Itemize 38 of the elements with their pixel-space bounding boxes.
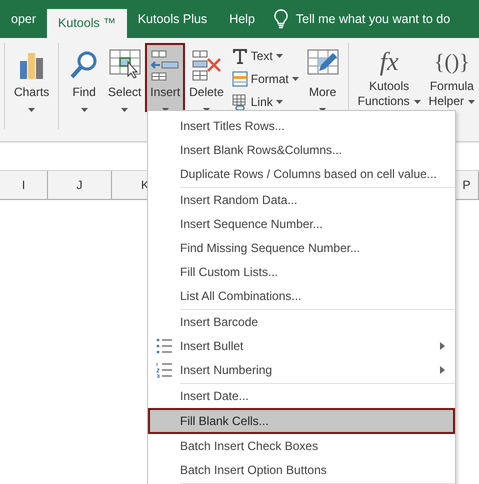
insert-cells-icon [149, 49, 182, 81]
bullet-list-icon [156, 338, 172, 354]
menu-item[interactable]: Insert Bullet [148, 334, 455, 358]
menu-item[interactable]: Find Missing Sequence Number... [148, 236, 455, 260]
ribbon-tab[interactable]: Help [218, 0, 266, 38]
menu-item[interactable]: Fill Blank Cells... [148, 408, 455, 434]
ribbon-button[interactable]: {()} Formula Helper [424, 43, 479, 112]
menu-item[interactable]: Fill Custom Lists... [148, 260, 455, 284]
ribbon-button[interactable]: Delete [185, 43, 228, 112]
ribbon-button[interactable]: Select [104, 43, 146, 112]
menu-item[interactable]: List All Combinations... [148, 284, 455, 308]
menu-item[interactable]: Insert Blank Rows&Columns... [148, 138, 455, 162]
ribbon-button[interactable]: Find [64, 43, 104, 112]
menu-item[interactable]: Insert Date... [148, 384, 455, 408]
menu-item[interactable]: Batch Insert Check Boxes [148, 434, 455, 458]
column-header: J [48, 171, 112, 199]
ribbon-button[interactable]: Insert [145, 43, 186, 112]
table-format-icon [232, 70, 248, 86]
menu-item[interactable]: Insert Barcode [148, 310, 455, 334]
ribbon-button[interactable]: More [302, 43, 343, 112]
delete-cells-icon [190, 49, 222, 81]
numbered-list-icon [156, 362, 172, 378]
ribbon-tab[interactable]: Kutools ™ [47, 9, 127, 38]
menu-item[interactable]: Insert Sequence Number... [148, 212, 455, 236]
menu-item[interactable]: Batch Insert Option Buttons [148, 458, 455, 482]
lightbulb-icon[interactable] [274, 8, 288, 30]
ribbon-button[interactable]: fx Kutools Functions [354, 43, 425, 112]
menu-item[interactable]: Insert Titles Rows... [148, 114, 455, 138]
menu-item[interactable]: Insert Numbering [148, 358, 455, 382]
ribbon-tab[interactable]: Kutools Plus [126, 0, 218, 38]
ribbon-small-button[interactable]: Text [232, 45, 299, 66]
column-header: I [0, 171, 48, 199]
ribbon-button[interactable]: Charts [10, 43, 54, 112]
ribbon-small-button[interactable]: Format [232, 68, 299, 89]
tell-me-search[interactable]: Tell me what you want to do [296, 10, 450, 28]
grid-cursor-icon [108, 49, 141, 81]
ribbon-tab[interactable]: oper [0, 0, 48, 38]
text-icon [232, 48, 248, 64]
